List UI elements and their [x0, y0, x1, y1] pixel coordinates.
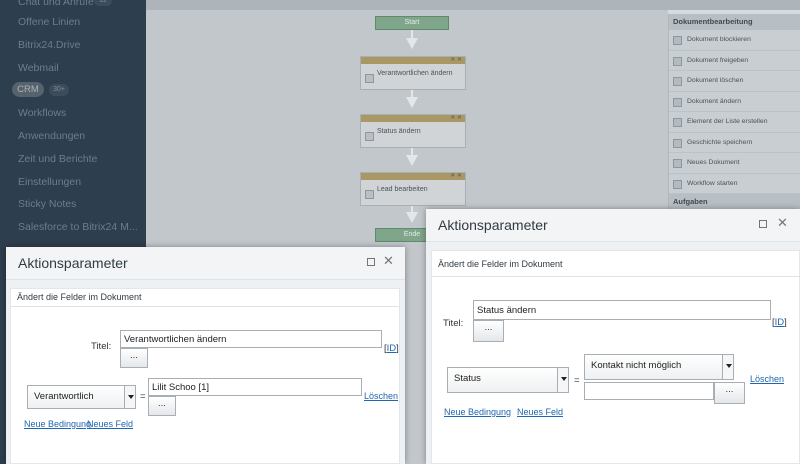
edit-icon	[365, 132, 374, 141]
top-toolbar	[146, 0, 800, 10]
palette-item[interactable]: Geschichte speichern	[669, 133, 800, 153]
sidebar-item-chat[interactable]: Chat und Anrufe	[18, 0, 94, 8]
id-link[interactable]: ID	[387, 343, 397, 354]
sidebar-item-webmail[interactable]: Webmail	[18, 62, 59, 74]
delete-icon	[673, 77, 682, 86]
palette-header[interactable]: Dokumentbearbeitung	[669, 14, 800, 30]
dialog-title: Aktionsparameter	[18, 255, 128, 271]
workflow-icon	[673, 179, 682, 189]
sidebar-item-time-reports[interactable]: Zeit und Berichte	[18, 153, 97, 165]
action-parameters-dialog-right: Aktionsparameter ✕ Ändert die Felder im …	[426, 209, 800, 464]
action-parameters-dialog-left: Aktionsparameter ✕ Ändert die Felder im …	[6, 247, 405, 464]
title-insert-button[interactable]: ...	[473, 320, 504, 342]
minimize-icon[interactable]	[367, 258, 375, 266]
delete-link[interactable]: Löschen	[364, 391, 398, 401]
workflow-block-assignee[interactable]: ✕ ✕ Verantwortlichen ändern	[360, 56, 466, 90]
section-title: Ändert die Felder im Dokument	[17, 292, 142, 302]
sidebar-item-sticky-notes[interactable]: Sticky Notes	[18, 198, 76, 210]
sidebar-item-apps[interactable]: Anwendungen	[18, 130, 85, 142]
lock-icon	[673, 36, 682, 45]
workflow-connector	[411, 148, 413, 155]
sidebar-item-workflows[interactable]: Workflows	[18, 107, 66, 119]
equals-sign: =	[574, 375, 580, 386]
dialog-header[interactable]: Aktionsparameter ✕	[6, 247, 405, 280]
new-condition-link[interactable]: Neue Bedingung	[24, 419, 91, 429]
new-condition-link[interactable]: Neue Bedingung	[444, 407, 511, 417]
edit-icon	[365, 74, 374, 83]
palette-item[interactable]: Neues Dokument	[669, 153, 800, 174]
document-icon	[673, 159, 682, 168]
workflow-connector	[411, 90, 413, 97]
delete-link[interactable]: Löschen	[750, 374, 784, 384]
workflow-block-status[interactable]: ✕ ✕ Status ändern	[360, 114, 466, 148]
title-label: Titel:	[443, 318, 464, 329]
title-input[interactable]	[120, 330, 382, 348]
workflow-block-lead[interactable]: ✕ ✕ Lead bearbeiten	[360, 172, 466, 206]
new-field-link[interactable]: Neues Feld	[87, 419, 133, 429]
sidebar-chat-badge: 12	[94, 0, 112, 6]
close-icon[interactable]: ✕	[777, 216, 788, 230]
workflow-arrow-icon	[406, 38, 418, 49]
sidebar-item-crm[interactable]: CRM	[12, 82, 44, 97]
close-icon[interactable]: ✕	[383, 254, 394, 268]
history-icon	[673, 138, 682, 148]
palette-next-header[interactable]: Aufgaben	[669, 194, 800, 210]
palette-item[interactable]: Dokument ändern	[669, 92, 800, 112]
edit-icon	[365, 190, 374, 199]
workflow-connector	[411, 30, 413, 38]
list-icon	[673, 118, 682, 127]
title-input[interactable]	[473, 300, 771, 320]
palette-item[interactable]: Dokument löschen	[669, 71, 800, 92]
dialog-title: Aktionsparameter	[438, 217, 548, 233]
sidebar-item-settings[interactable]: Einstellungen	[18, 176, 81, 188]
minimize-icon[interactable]	[759, 220, 767, 228]
field-select[interactable]: Verantwortlich	[27, 385, 136, 409]
title-insert-button[interactable]: ...	[120, 348, 148, 368]
workflow-arrow-icon	[406, 155, 418, 166]
palette-item[interactable]: Dokument freigeben	[669, 51, 800, 71]
workflow-arrow-icon	[406, 212, 418, 223]
palette-item[interactable]: Element der Liste erstellen	[669, 112, 800, 133]
palette-item[interactable]: Workflow starten	[669, 174, 800, 194]
activity-palette: Dokumentbearbeitung Dokument blockieren …	[668, 14, 800, 214]
title-label: Titel:	[91, 341, 112, 352]
workflow-arrow-icon	[406, 97, 418, 108]
edit-icon	[673, 97, 682, 107]
chevron-down-icon	[557, 368, 568, 392]
sidebar-crm-badge: 30+	[49, 84, 69, 96]
field-value-input[interactable]	[148, 378, 362, 396]
value-select[interactable]: Kontakt nicht möglich	[584, 354, 734, 380]
sidebar-item-drive[interactable]: Bitrix24.Drive	[18, 39, 80, 51]
unlock-icon	[673, 56, 682, 66]
sidebar-item-salesforce[interactable]: Salesforce to Bitrix24 M...	[18, 221, 138, 233]
field-value-insert-button[interactable]: ...	[148, 396, 176, 416]
chevron-down-icon	[124, 386, 135, 408]
section-title: Ändert die Felder im Dokument	[438, 259, 563, 269]
value-insert-button[interactable]: ...	[714, 382, 745, 404]
chevron-down-icon	[722, 355, 733, 379]
palette-item[interactable]: Dokument blockieren	[669, 30, 800, 51]
sidebar-item-open-lines[interactable]: Offene Linien	[18, 16, 80, 28]
field-select[interactable]: Status	[447, 367, 569, 393]
equals-sign: =	[140, 391, 146, 402]
new-field-link[interactable]: Neues Feld	[517, 407, 563, 417]
dialog-header[interactable]: Aktionsparameter ✕	[426, 209, 800, 242]
value-input[interactable]	[584, 382, 714, 400]
workflow-start-node[interactable]: Start	[375, 16, 449, 30]
id-link[interactable]: ID	[775, 317, 785, 328]
